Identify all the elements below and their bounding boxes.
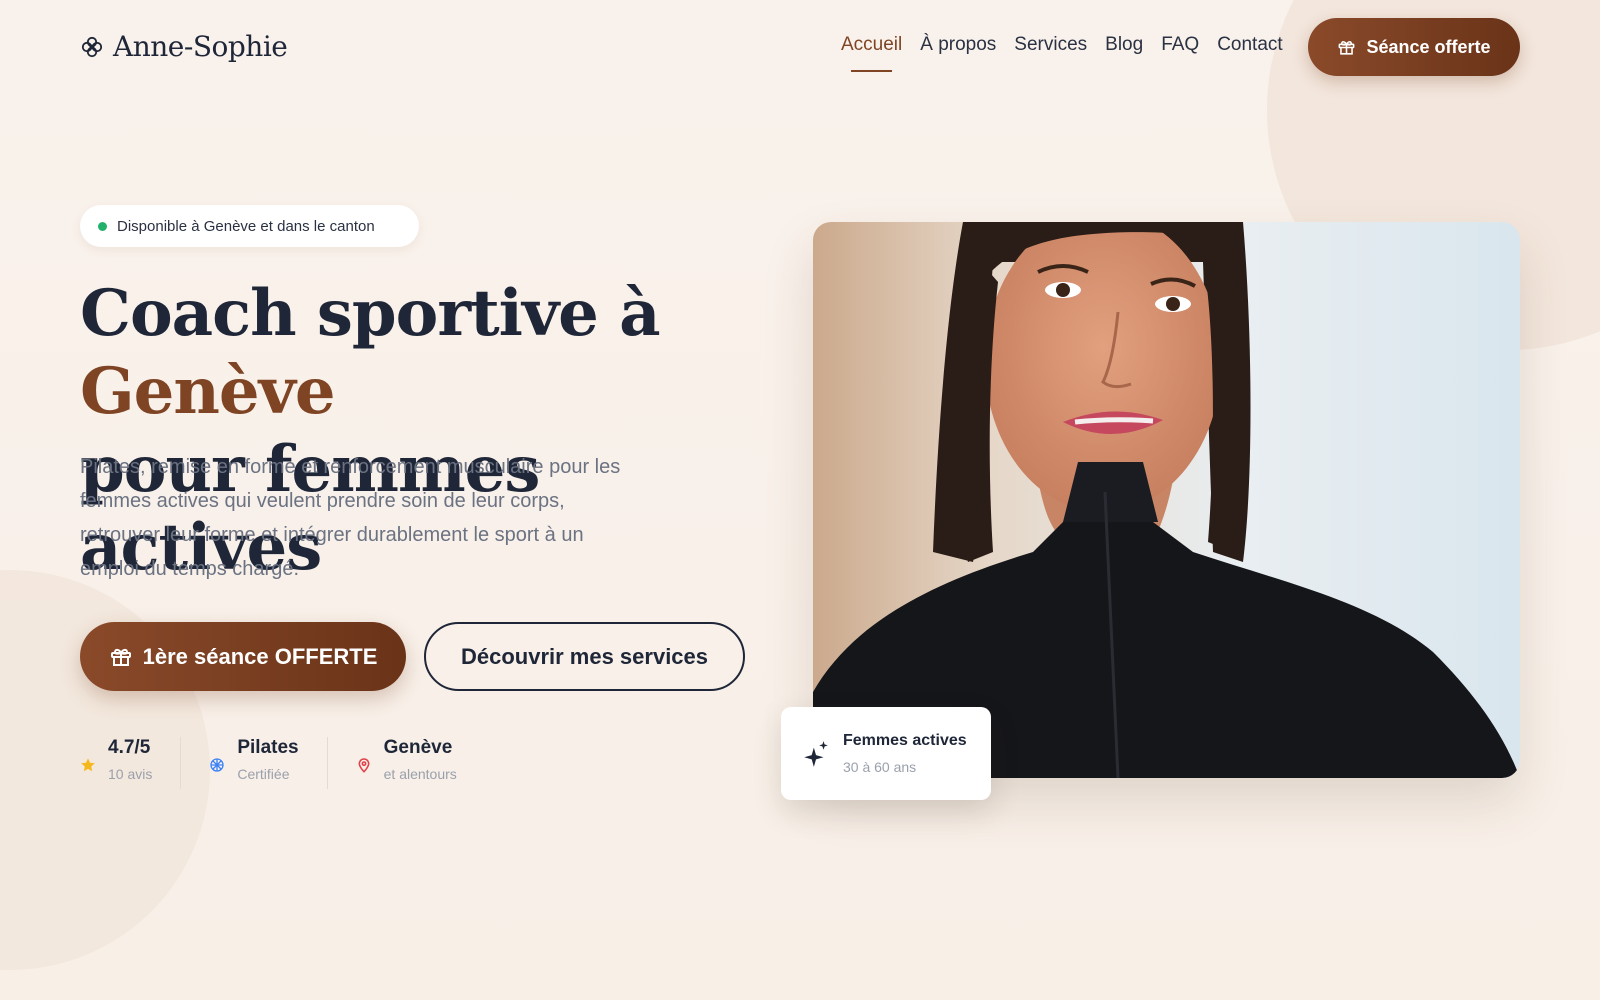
stat-pilates: Pilates Certifiée bbox=[209, 737, 328, 789]
hero-title-accent: Genève bbox=[80, 354, 336, 429]
discover-services-label: Découvrir mes services bbox=[460, 643, 709, 669]
free-session-label: Séance offerte bbox=[1366, 36, 1491, 57]
nav-item-services[interactable]: Services bbox=[1014, 34, 1087, 60]
coach-portrait-photo bbox=[813, 222, 1520, 778]
pilates-icon bbox=[210, 758, 225, 772]
location-pin-icon bbox=[358, 758, 370, 773]
nav-item-contact[interactable]: Contact bbox=[1217, 34, 1282, 60]
rating-count: 10 avis bbox=[108, 766, 153, 782]
gift-icon bbox=[1339, 40, 1355, 55]
brand-logo[interactable]: Anne-Sophie bbox=[80, 30, 288, 63]
sparkles-icon bbox=[804, 740, 828, 767]
stat-rating: 4.7/5 10 avis bbox=[80, 737, 182, 789]
location-title: Genève bbox=[383, 737, 453, 758]
nav-item-a-propos[interactable]: À propos bbox=[920, 34, 996, 60]
rating-value: 4.7/5 bbox=[108, 737, 151, 758]
first-session-free-label: 1ère séance OFFERTE bbox=[142, 643, 378, 669]
page: Anne-Sophie Accueil À propos Services Bl… bbox=[0, 0, 1600, 1000]
free-session-button[interactable]: Séance offerte bbox=[1308, 18, 1520, 76]
brand-name: Anne-Sophie bbox=[113, 30, 288, 63]
first-session-free-button[interactable]: 1ère séance OFFERTE bbox=[80, 622, 406, 691]
trust-stats: 4.7/5 10 avis Pilates Certifiée Genève e… bbox=[80, 737, 513, 789]
nav-item-faq[interactable]: FAQ bbox=[1161, 34, 1199, 60]
availability-text: Disponible à Genève et dans le canton bbox=[117, 217, 375, 235]
portrait-illustration bbox=[813, 222, 1520, 778]
availability-badge: Disponible à Genève et dans le canton bbox=[80, 205, 419, 247]
active-women-title: Femmes actives bbox=[843, 732, 967, 749]
pilates-title: Pilates bbox=[237, 737, 299, 758]
nav-item-accueil[interactable]: Accueil bbox=[841, 34, 902, 72]
hero-description: Pilates, remise en forme et renforcement… bbox=[80, 456, 621, 580]
status-dot bbox=[98, 221, 107, 231]
stat-location: Genève et alentours bbox=[356, 737, 485, 789]
location-sub: et alentours bbox=[383, 766, 457, 782]
star-icon bbox=[81, 758, 95, 772]
active-women-age: 30 à 60 ans bbox=[843, 759, 917, 775]
nav-item-blog[interactable]: Blog bbox=[1105, 34, 1143, 60]
pilates-certified: Certifiée bbox=[237, 766, 290, 782]
flower-logo-icon bbox=[81, 36, 103, 57]
discover-services-button[interactable]: Découvrir mes services bbox=[424, 622, 745, 691]
main-nav: Accueil À propos Services Blog FAQ Conta… bbox=[841, 34, 1283, 72]
active-women-card: Femmes actives 30 à 60 ans bbox=[781, 707, 991, 800]
hero-title-part1: Coach sportive à bbox=[80, 276, 661, 351]
gift-icon bbox=[110, 648, 131, 666]
